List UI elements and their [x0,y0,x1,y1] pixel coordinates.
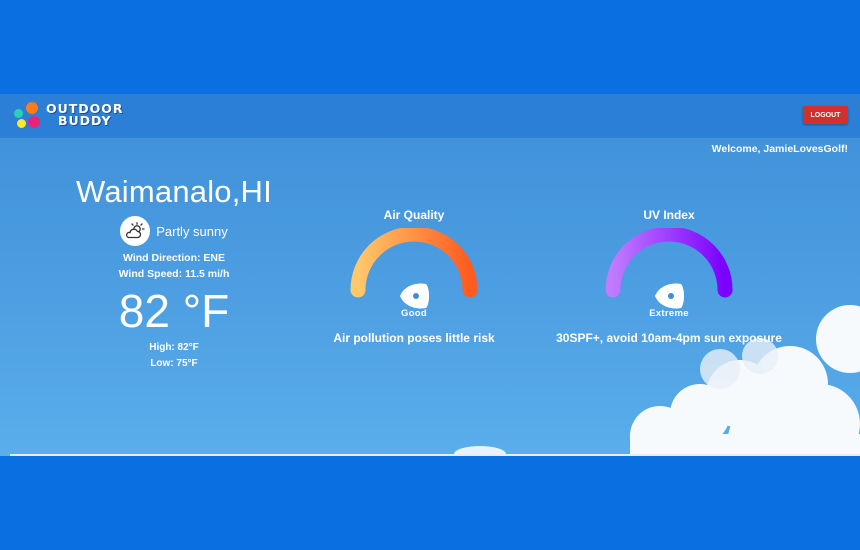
welcome-message: Welcome, JamieLovesGolf! [711,143,848,155]
air-quality-level: Good [401,308,427,319]
uv-index-card: UV Index Extreme 30SPF+, avoid 10am-4pm … [549,208,789,345]
air-quality-needle-icon [400,283,429,309]
city-name: Waimanalo,HI [76,174,272,209]
logo-dot-yellow [17,119,26,128]
air-quality-arc [350,228,478,298]
condition-text: Partly sunny [156,223,228,239]
logo-dot-teal [14,109,23,118]
outdoor-buddy-logo[interactable]: OUTDOOR BUDDY [12,99,132,133]
uv-index-title: UV Index [643,208,695,222]
temperature-range: High: 82°F Low: 75°F [64,340,284,372]
logo-line-2: BUDDY [58,113,112,128]
current-temperature: 82 °F [118,285,230,337]
uv-index-arc [605,228,733,298]
wind-info: Wind Direction: ENE Wind Speed: 11.5 mi/… [64,250,284,282]
low-temperature: Low: 75°F [150,358,198,369]
logo-dot-orange [26,102,38,114]
logout-button[interactable]: LOGOUT [803,106,848,124]
uv-index-message: 30SPF+, avoid 10am-4pm sun exposure [556,331,782,345]
wind-speed: Wind Speed: 11.5 mi/h [118,268,230,280]
weather-condition: Partly sunny [64,216,284,246]
uv-index-level: Extreme [649,308,689,319]
wind-direction: Wind Direction: ENE [123,252,225,264]
uv-index-gauge [605,228,733,309]
air-quality-title: Air Quality [383,208,445,222]
air-quality-card: Air Quality Good Air pollution poses lit… [294,208,534,345]
partly-sunny-icon [120,216,151,246]
weather-panel: Waimanalo,HI Partly sunny Wind Direction… [64,174,284,372]
uv-index-needle-icon [655,283,684,309]
app-frame: OUTDOOR BUDDY LOGOUT Welcome, JamieLoves… [0,94,860,456]
logo-text: OUTDOOR BUDDY [46,102,124,128]
high-temperature: High: 82°F [149,342,199,353]
top-navigation-bar: OUTDOOR BUDDY LOGOUT [0,94,860,138]
bottom-divider [10,454,860,456]
air-quality-gauge [350,228,478,309]
logo-dot-pink [28,116,40,128]
air-quality-message: Air pollution poses little risk [333,331,495,345]
